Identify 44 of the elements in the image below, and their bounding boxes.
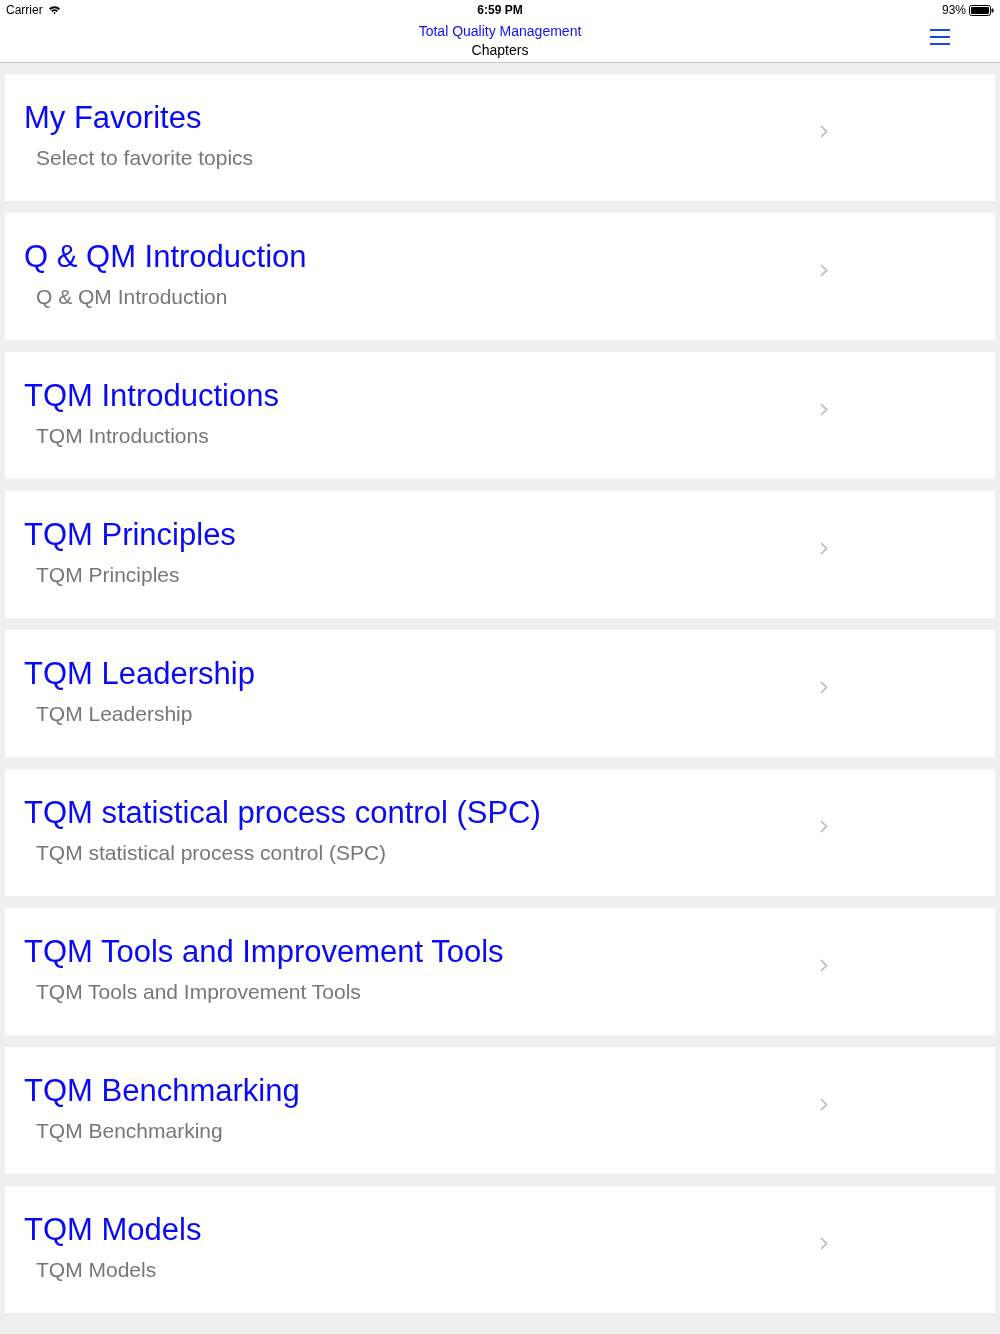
chapter-title: TQM statistical process control (SPC) — [24, 795, 541, 831]
chapter-subtitle: TQM Principles — [36, 562, 180, 588]
chapter-title: TQM Leadership — [24, 656, 255, 692]
chevron-icon — [820, 681, 828, 694]
chapter-card[interactable]: TQM Leadership TQM Leadership — [5, 630, 995, 757]
chapter-card[interactable]: TQM Benchmarking TQM Benchmarking — [5, 1047, 995, 1174]
chapter-subtitle: Q & QM Introduction — [36, 284, 228, 310]
chapter-title: TQM Benchmarking — [24, 1073, 300, 1109]
chevron-icon — [820, 959, 828, 972]
chevron-icon — [820, 125, 828, 138]
chapter-subtitle: TQM Models — [36, 1257, 157, 1283]
chapter-card[interactable]: Q & QM Introduction Q & QM Introduction — [5, 213, 995, 340]
chevron-icon — [820, 264, 828, 277]
chapter-title: My Favorites — [24, 100, 202, 136]
chapter-subtitle: TQM Leadership — [36, 701, 193, 727]
chapter-card[interactable]: My Favorites Select to favorite topics — [5, 74, 995, 201]
chapter-title: Q & QM Introduction — [24, 239, 307, 275]
status-time: 6:59 PM — [477, 3, 523, 17]
battery-percent: 93% — [941, 3, 966, 17]
chevron-icon — [820, 403, 828, 416]
chevron-icon — [820, 1237, 828, 1250]
battery-icon — [969, 4, 994, 16]
carrier-name: Carrier — [6, 3, 43, 17]
chevron-icon — [820, 820, 828, 833]
chevron-icon — [820, 542, 828, 555]
chapter-card[interactable]: TQM Models TQM Models — [5, 1186, 995, 1313]
nav-subtitle: Chapters — [471, 41, 529, 60]
chevron-icon — [820, 1098, 828, 1111]
wifi-icon — [47, 5, 61, 15]
chapter-subtitle: TQM Benchmarking — [36, 1118, 223, 1144]
chapter-subtitle: TQM statistical process control (SPC) — [36, 840, 387, 866]
nav-title: Total Quality Management — [418, 22, 582, 41]
chapter-title: TQM Tools and Improvement Tools — [24, 934, 504, 970]
chapter-subtitle: Select to favorite topics — [36, 145, 254, 171]
chapter-card[interactable]: TQM statistical process control (SPC) TQM statistical process control (SPC) — [5, 769, 995, 896]
chapter-card[interactable]: TQM Introductions TQM Introductions — [5, 352, 995, 479]
chapter-card[interactable]: TQM Principles TQM Principles — [5, 491, 995, 618]
chapter-title: TQM Models — [24, 1212, 202, 1248]
chapter-title: TQM Principles — [24, 517, 236, 553]
chapter-card[interactable]: TQM Tools and Improvement Tools TQM Tools and Improvement Tools — [5, 908, 995, 1035]
menu-icon[interactable] — [930, 29, 950, 45]
chapter-title: TQM Introductions — [24, 378, 279, 414]
chapter-subtitle: TQM Tools and Improvement Tools — [36, 979, 361, 1005]
chapter-subtitle: TQM Introductions — [36, 423, 209, 449]
